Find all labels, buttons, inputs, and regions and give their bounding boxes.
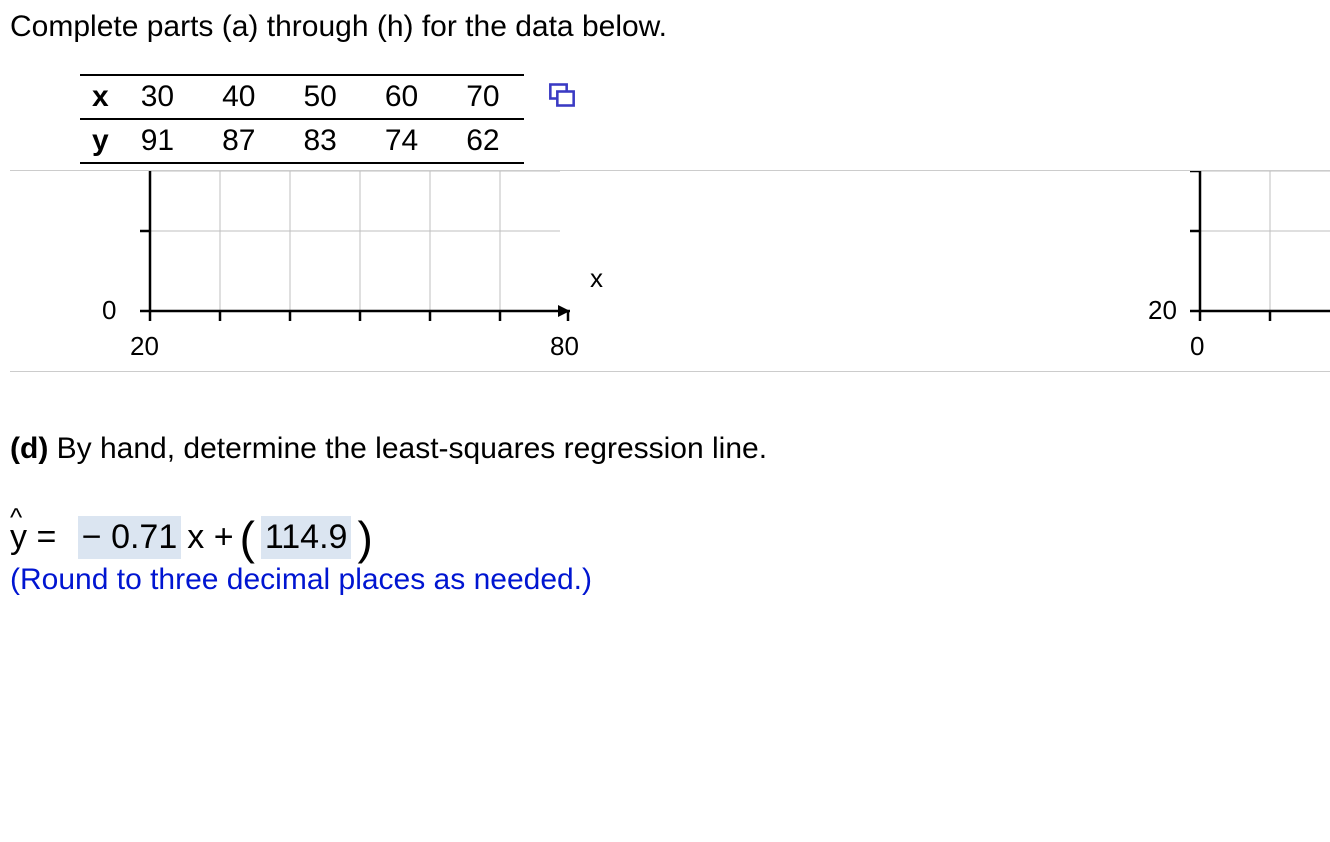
intercept-input[interactable]: 114.9: [261, 516, 352, 559]
x-cell: 70: [442, 75, 523, 119]
x-cell: 40: [198, 75, 279, 119]
chart-left: 0 20 80 x: [10, 171, 610, 371]
y-tick-0: 0: [102, 295, 116, 326]
copy-icon[interactable]: [548, 82, 576, 116]
rounding-note: (Round to three decimal places as needed…: [10, 563, 1330, 597]
x-tick-0: 0: [1190, 331, 1204, 362]
table-row: x 30 40 50 60 70: [80, 75, 524, 119]
x-tick-80: 80: [550, 331, 579, 362]
part-d-text: (d) By hand, determine the least-squares…: [10, 432, 1330, 466]
y-cell: 87: [198, 119, 279, 163]
x-row-label: x: [80, 75, 117, 119]
y-cell: 74: [361, 119, 442, 163]
x-cell: 60: [361, 75, 442, 119]
instruction-text: Complete parts (a) through (h) for the d…: [10, 10, 1330, 44]
x-tick-20: 20: [130, 331, 159, 362]
x-cell: 30: [117, 75, 198, 119]
open-paren: (: [240, 522, 255, 554]
data-table: x 30 40 50 60 70 y 91 87 83 74 62: [80, 74, 524, 164]
x-cell: 50: [279, 75, 360, 119]
part-d-label: (d): [10, 432, 48, 465]
y-cell: 83: [279, 119, 360, 163]
y-cell: 62: [442, 119, 523, 163]
data-table-wrap: x 30 40 50 60 70 y 91 87 83 74 62: [80, 74, 1330, 164]
close-paren: ): [357, 522, 372, 554]
y-cell: 91: [117, 119, 198, 163]
chart-right: 20 0: [1070, 171, 1330, 371]
eq-mid: x +: [187, 518, 233, 557]
y-row-label: y: [80, 119, 117, 163]
regression-equation: ^ y = − 0.71 x + ( 114.9 ): [10, 516, 1330, 559]
y-hat-symbol: ^ y =: [10, 518, 56, 557]
part-d-question: By hand, determine the least-squares reg…: [57, 432, 767, 465]
x-axis-label: x: [590, 263, 603, 294]
charts-band: 0 20 80 x 20 0: [10, 170, 1330, 372]
y-tick-20: 20: [1148, 295, 1177, 326]
slope-input[interactable]: − 0.71: [78, 516, 181, 559]
table-row: y 91 87 83 74 62: [80, 119, 524, 163]
